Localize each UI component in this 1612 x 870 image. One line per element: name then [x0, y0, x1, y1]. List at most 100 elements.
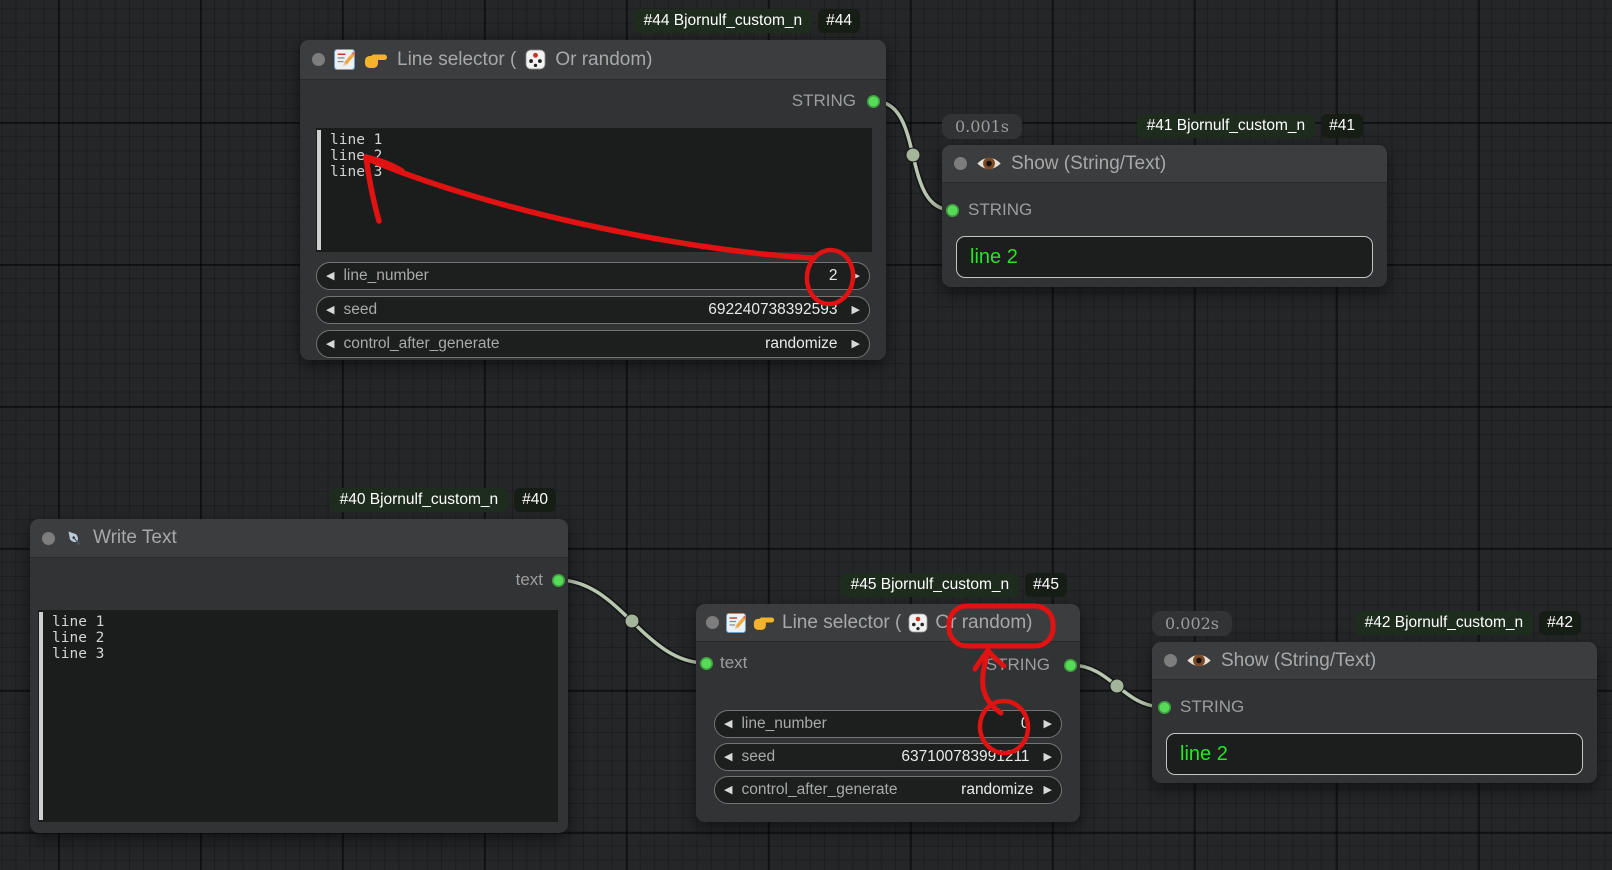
widget-label: line_number — [343, 267, 828, 285]
string-value-display[interactable]: line 2 — [956, 236, 1373, 278]
node-id-badge: #41 Bjornulf_custom_n #41 — [1137, 114, 1363, 138]
decrement-arrow-icon[interactable]: ◀ — [326, 339, 334, 350]
increment-arrow-icon[interactable]: ▶ — [852, 271, 860, 282]
decrement-arrow-icon[interactable]: ◀ — [724, 719, 732, 730]
node-graph-canvas[interactable]: #44 Bjornulf_custom_n #44 Line selector … — [0, 0, 1612, 870]
node-titlebar[interactable]: Line selector ( Or random) — [300, 40, 886, 80]
widget-label: control_after_generate — [343, 335, 765, 353]
eye-icon — [1186, 652, 1212, 669]
decrement-arrow-icon[interactable]: ◀ — [724, 785, 732, 796]
node-line-selector-44[interactable]: #44 Bjornulf_custom_n #44 Line selector … — [300, 40, 886, 360]
link-midpoint-dot[interactable] — [1110, 679, 1124, 693]
node-title: Or random) — [935, 612, 1032, 634]
node-title: Write Text — [93, 527, 177, 549]
node-line-selector-45[interactable]: #45 Bjornulf_custom_n #45 Line selector … — [696, 604, 1080, 822]
memo-icon — [334, 49, 355, 70]
text-area[interactable]: line 1 line 2 line 3 — [38, 610, 558, 822]
node-id-badge: #40 Bjornulf_custom_n #40 — [330, 488, 556, 512]
link-midpoint-dot[interactable] — [906, 148, 920, 162]
widget-label: control_after_generate — [741, 781, 961, 799]
input-port-label: STRING — [1180, 697, 1244, 717]
node-title: Line selector ( — [397, 49, 516, 71]
badge-id: #42 — [1539, 611, 1581, 635]
increment-arrow-icon[interactable]: ▶ — [1044, 719, 1052, 730]
node-title: Or random) — [555, 49, 652, 71]
output-port-label: text — [516, 570, 543, 590]
increment-arrow-icon[interactable]: ▶ — [1044, 752, 1052, 763]
textarea-scrollbar[interactable] — [317, 130, 321, 250]
input-port[interactable] — [700, 657, 713, 670]
widget-value: 2 — [829, 267, 838, 285]
increment-arrow-icon[interactable]: ▶ — [852, 339, 860, 350]
badge-label: #41 Bjornulf_custom_n — [1137, 114, 1316, 138]
output-port-label: STRING — [986, 655, 1050, 675]
decrement-arrow-icon[interactable]: ◀ — [326, 271, 334, 282]
output-port[interactable] — [1064, 659, 1077, 672]
widget-label: line_number — [741, 715, 1020, 733]
node-id-badge: #45 Bjornulf_custom_n #45 — [841, 573, 1067, 597]
node-titlebar[interactable]: Write Text — [30, 519, 568, 558]
badge-label: #45 Bjornulf_custom_n — [841, 573, 1020, 597]
text-area[interactable]: line 1 line 2 line 3 — [316, 128, 872, 252]
collapse-dot[interactable] — [954, 157, 967, 170]
node-show-string-41[interactable]: 0.001s #41 Bjornulf_custom_n #41 Show (S… — [942, 145, 1387, 287]
input-port-label: STRING — [968, 200, 1032, 220]
input-port[interactable] — [1158, 701, 1171, 714]
widget-value: 692240738392593 — [708, 301, 837, 319]
output-port-label: STRING — [792, 91, 856, 111]
badge-id: #45 — [1025, 573, 1067, 597]
collapse-dot[interactable] — [706, 616, 719, 629]
widget-line-number[interactable]: ◀ line_number 0 ▶ — [714, 710, 1062, 738]
badge-id: #41 — [1321, 114, 1363, 138]
node-title: Show (String/Text) — [1011, 153, 1166, 175]
widget-control-after-generate[interactable]: ◀ control_after_generate randomize ▶ — [316, 330, 870, 358]
widget-label: seed — [343, 301, 708, 319]
link-midpoint-dot[interactable] — [625, 614, 639, 628]
widget-seed[interactable]: ◀ seed 637100783991211 ▶ — [714, 743, 1062, 771]
collapse-dot[interactable] — [42, 532, 55, 545]
input-port[interactable] — [946, 204, 959, 217]
node-titlebar[interactable]: Show (String/Text) — [942, 145, 1387, 183]
pointing-hand-icon — [364, 51, 388, 69]
die-icon — [525, 49, 546, 70]
input-port-label: text — [720, 653, 747, 673]
badge-label: #44 Bjornulf_custom_n — [634, 9, 813, 33]
increment-arrow-icon[interactable]: ▶ — [1044, 785, 1052, 796]
node-write-text-40[interactable]: #40 Bjornulf_custom_n #40 Write Text tex… — [30, 519, 568, 833]
memo-icon — [726, 613, 746, 633]
die-icon — [908, 613, 928, 633]
node-id-badge: #44 Bjornulf_custom_n #44 — [634, 9, 860, 33]
node-show-string-42[interactable]: 0.002s #42 Bjornulf_custom_n #42 Show (S… — [1152, 642, 1597, 783]
node-title: Show (String/Text) — [1221, 650, 1376, 672]
widget-value: 637100783991211 — [901, 748, 1029, 766]
pointing-hand-icon — [753, 614, 775, 631]
decrement-arrow-icon[interactable]: ◀ — [326, 305, 334, 316]
execution-time-badge: 0.002s — [1152, 611, 1232, 636]
decrement-arrow-icon[interactable]: ◀ — [724, 752, 732, 763]
execution-time-badge: 0.001s — [942, 114, 1022, 139]
eye-icon — [976, 155, 1002, 172]
pen-nib-icon — [64, 528, 84, 548]
badge-id: #40 — [514, 488, 556, 512]
widget-seed[interactable]: ◀ seed 692240738392593 ▶ — [316, 296, 870, 324]
output-port[interactable] — [552, 574, 565, 587]
widget-line-number[interactable]: ◀ line_number 2 ▶ — [316, 262, 870, 290]
badge-id: #44 — [818, 9, 860, 33]
increment-arrow-icon[interactable]: ▶ — [852, 305, 860, 316]
badge-label: #40 Bjornulf_custom_n — [330, 488, 509, 512]
widget-control-after-generate[interactable]: ◀ control_after_generate randomize ▶ — [714, 776, 1062, 804]
node-titlebar[interactable]: Line selector ( Or random) — [696, 604, 1080, 642]
collapse-dot[interactable] — [1164, 654, 1177, 667]
badge-label: #42 Bjornulf_custom_n — [1355, 611, 1534, 635]
string-value-display[interactable]: line 2 — [1166, 733, 1583, 775]
textarea-scrollbar[interactable] — [39, 612, 43, 820]
widget-label: seed — [741, 748, 901, 766]
output-port[interactable] — [867, 95, 880, 108]
node-title: Line selector ( — [782, 612, 901, 634]
node-id-badge: #42 Bjornulf_custom_n #42 — [1355, 611, 1581, 635]
widget-value: 0 — [1021, 715, 1030, 733]
widget-value: randomize — [765, 335, 837, 353]
collapse-dot[interactable] — [312, 53, 325, 66]
widget-value: randomize — [961, 781, 1033, 799]
node-titlebar[interactable]: Show (String/Text) — [1152, 642, 1597, 680]
